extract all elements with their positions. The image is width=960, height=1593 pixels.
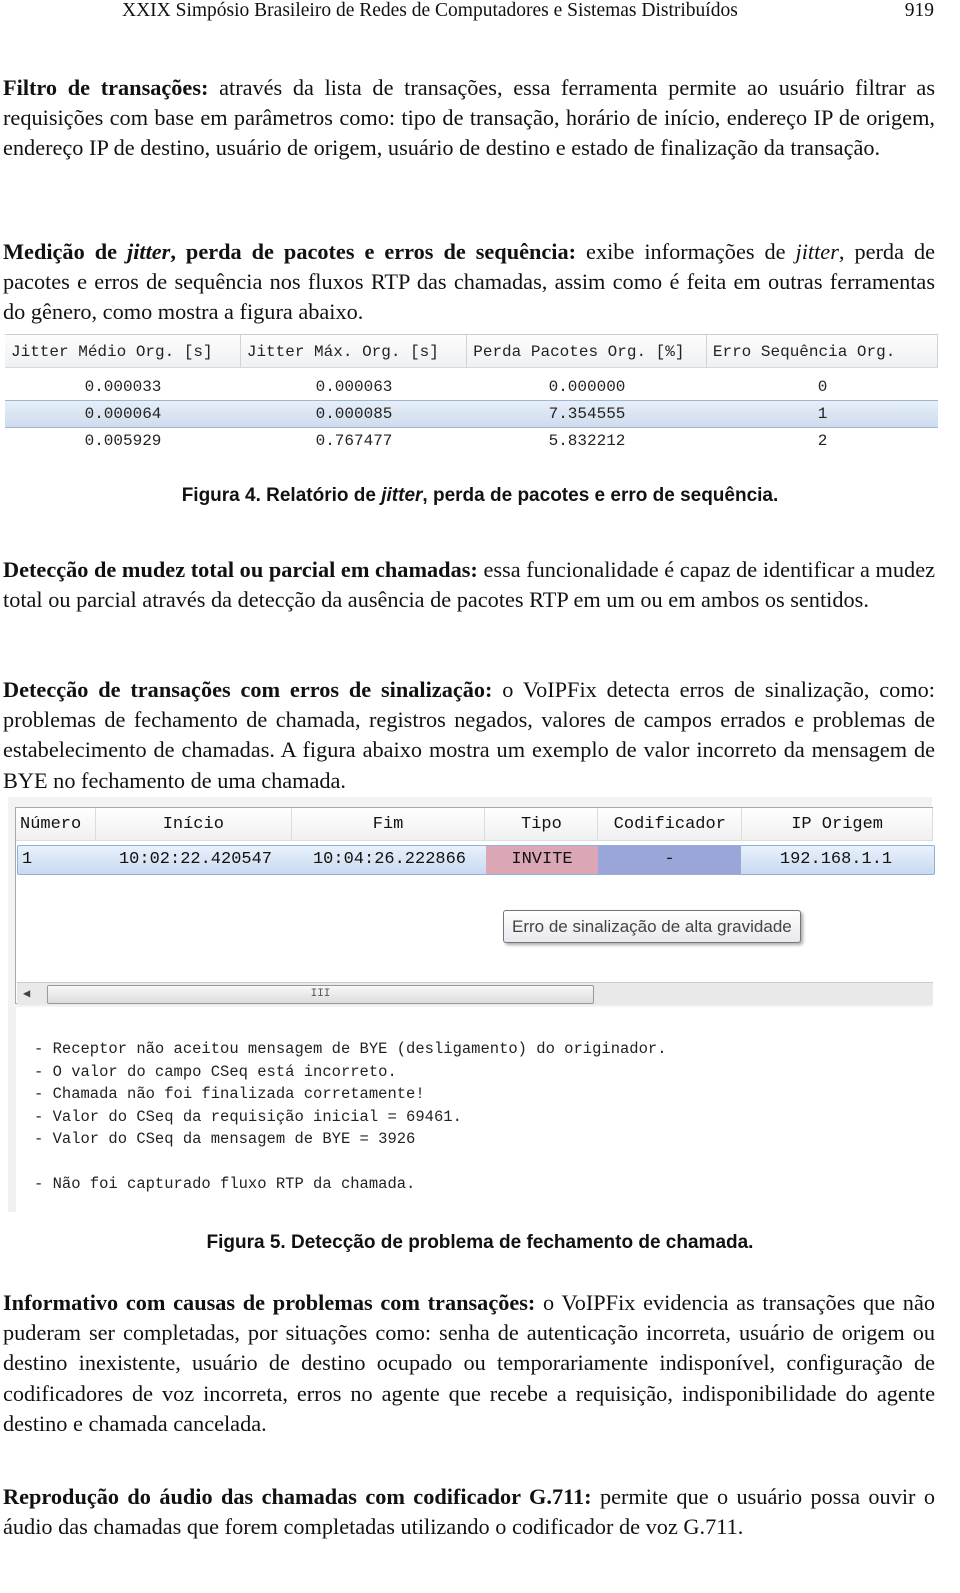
column-header[interactable]: Fim — [292, 808, 486, 840]
codificador-cell: - — [598, 846, 741, 874]
table-row-selected[interactable]: 0.000064 0.000085 7.354555 1 — [5, 400, 938, 428]
error-message: - O valor do campo CSeq está incorreto. — [34, 1063, 397, 1081]
lead-part: , perda de pacotes e erros de sequência: — [170, 239, 577, 264]
table-header: Número Início Fim Tipo Codificador IP Or… — [16, 808, 933, 841]
table-cell: 1 — [817, 405, 828, 423]
error-message: - Chamada não foi finalizada corretament… — [34, 1085, 425, 1103]
error-message: - Não foi capturado fluxo RTP da chamada… — [34, 1175, 416, 1193]
paragraph-lead: Detecção de transações com erros de sina… — [3, 677, 493, 702]
table-cell: 0.000063 — [315, 378, 393, 396]
table-cell: 5.832212 — [548, 432, 626, 450]
column-header[interactable]: Jitter Máx. Org. [s] — [241, 335, 468, 367]
error-message: - Valor do CSeq da requisição inicial = … — [34, 1108, 462, 1126]
table-cell: 0.000064 — [84, 405, 162, 423]
table-cell: 0.767477 — [315, 432, 393, 450]
column-header[interactable]: Número — [16, 808, 96, 840]
paragraph-text: exibe informações de — [576, 239, 796, 264]
table-row-selected[interactable]: 1 10:02:22.420547 10:04:26.222866 INVITE… — [17, 845, 935, 875]
paragraph-lead: Detecção de mudez total ou parcial em ch… — [3, 557, 478, 582]
column-header[interactable]: Codificador — [598, 808, 743, 840]
table-cell: 1 — [22, 850, 33, 869]
caption-italic: jitter — [381, 485, 423, 506]
column-header[interactable]: IP Origem — [742, 808, 933, 840]
table-cell: 2 — [817, 432, 828, 450]
page-number: 919 — [904, 0, 934, 21]
table-cell: 192.168.1.1 — [779, 850, 893, 869]
column-header[interactable]: Tipo — [485, 808, 599, 840]
horizontal-scrollbar[interactable]: ◀ III — [17, 982, 933, 1005]
table-row[interactable]: 0.005929 0.767477 5.832212 2 — [5, 428, 938, 454]
paragraph-transaction-filter: Filtro de transações: através da lista d… — [3, 73, 935, 164]
running-header: XXIX Simpósio Brasileiro de Redes de Com… — [0, 0, 960, 24]
paragraph-lead: Medição de jitter, perda de pacotes e er… — [3, 239, 576, 264]
paragraph-audio-playback: Reprodução do áudio das chamadas com cod… — [3, 1482, 935, 1542]
table-cell: 7.354555 — [548, 405, 626, 423]
paragraph-lead: Informativo com causas de problemas com … — [3, 1290, 536, 1315]
column-header[interactable]: Erro Sequência Org. — [707, 335, 938, 367]
error-message: - Receptor não aceitou mensagem de BYE (… — [34, 1040, 667, 1058]
paragraph-italic: jitter — [795, 239, 839, 264]
paragraph-signaling-errors: Detecção de transações com erros de sina… — [3, 675, 935, 796]
column-header[interactable]: Jitter Médio Org. [s] — [5, 335, 241, 367]
tipo-cell: INVITE — [486, 846, 598, 874]
scrollbar-thumb[interactable]: III — [47, 985, 594, 1004]
paragraph-mute-detection: Detecção de mudez total ou parcial em ch… — [3, 555, 935, 615]
table-cell: 0.000000 — [548, 378, 626, 396]
paragraph-lead: Filtro de transações: — [3, 75, 209, 100]
lead-part: Medição de — [3, 239, 127, 264]
transactions-table: Número Início Fim Tipo Codificador IP Or… — [15, 807, 935, 1005]
error-messages-panel: - Receptor não aceitou mensagem de BYE (… — [8, 1007, 932, 1212]
figure-4-caption: Figura 4. Relatório de jitter, perda de … — [0, 485, 960, 507]
figure-5-caption: Figura 5. Detecção de problema de fecham… — [206, 1232, 754, 1253]
table-row[interactable]: 0.000033 0.000063 0.000000 0 — [5, 374, 938, 400]
column-header[interactable]: Perda Pacotes Org. [%] — [467, 335, 707, 367]
paragraph-lead: Reprodução do áudio das chamadas com cod… — [3, 1484, 592, 1509]
table-cell: 10:04:26.222866 — [312, 850, 467, 869]
tooltip: Erro de sinalização de alta gravidade — [503, 910, 801, 943]
table-header: Jitter Médio Org. [s] Jitter Máx. Org. [… — [5, 335, 938, 368]
scroll-left-arrow-icon[interactable]: ◀ — [23, 986, 30, 1001]
caption-part: , perda de pacotes e erro de sequência. — [422, 485, 779, 506]
paragraph-problem-causes: Informativo com causas de problemas com … — [3, 1288, 935, 1439]
table-cell: 0.005929 — [84, 432, 162, 450]
lead-italic: jitter — [127, 239, 171, 264]
conference-title: XXIX Simpósio Brasileiro de Redes de Com… — [122, 0, 738, 21]
figure-4-table: Jitter Médio Org. [s] Jitter Máx. Org. [… — [5, 334, 938, 450]
error-message: - Valor do CSeq da mensagem de BYE = 392… — [34, 1130, 416, 1148]
paragraph-jitter: Medição de jitter, perda de pacotes e er… — [3, 237, 935, 328]
table-cell: 0 — [817, 378, 828, 396]
table-cell: 10:02:22.420547 — [118, 850, 273, 869]
column-header[interactable]: Início — [96, 808, 292, 840]
caption-part: Figura 4. Relatório de — [181, 485, 382, 506]
figure-5-screenshot: Número Início Fim Tipo Codificador IP Or… — [8, 797, 935, 1212]
table-cell: 0.000085 — [315, 405, 393, 423]
table-cell: 0.000033 — [84, 378, 162, 396]
